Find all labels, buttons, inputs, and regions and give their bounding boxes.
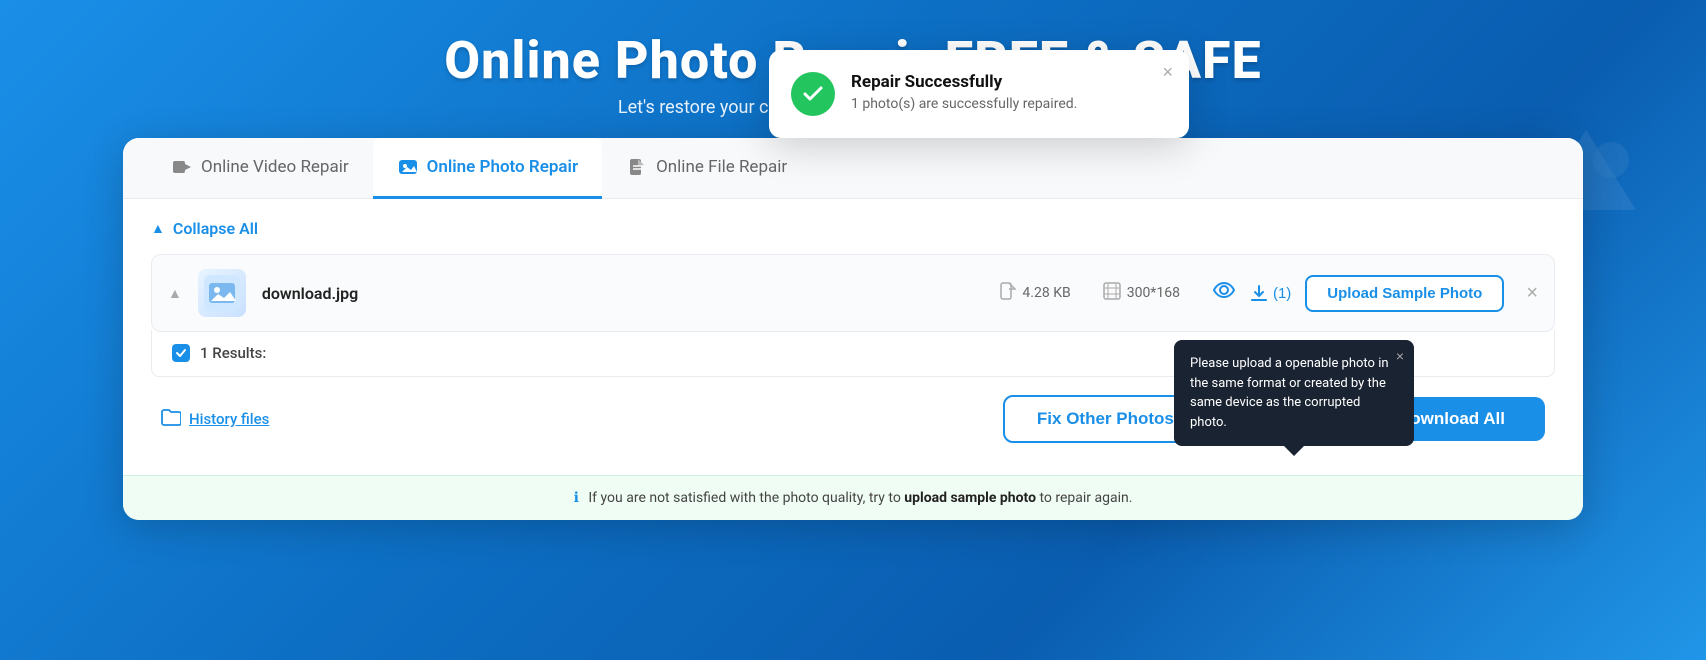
toast-close-button[interactable]: × [1162, 62, 1173, 83]
info-bold: upload sample photo [904, 490, 1036, 506]
tab-photo[interactable]: Online Photo Repair [373, 138, 602, 199]
tab-file[interactable]: Online File Repair [602, 138, 811, 199]
download-all-label: Download All [1398, 409, 1505, 428]
file-remove-button[interactable]: × [1526, 282, 1538, 305]
toast-title: Repair Successfully [851, 72, 1077, 92]
file-size-meta: 4.28 KB [1000, 282, 1070, 304]
toast-success-icon [791, 72, 835, 116]
tab-file-label: Online File Repair [656, 157, 787, 177]
file-size: 4.28 KB [1022, 285, 1070, 301]
tab-video-label: Online Video Repair [201, 157, 349, 177]
tooltip-close-button[interactable]: × [1396, 348, 1404, 364]
tabs-bar: Online Video Repair Online Photo Repair … [123, 138, 1583, 199]
tooltip-arrow [1284, 446, 1304, 456]
file-dimensions-meta: 300*168 [1103, 282, 1180, 304]
file-actions: (1) Upload Sample Photo × [1212, 275, 1538, 312]
file-thumbnail [198, 269, 246, 317]
file-expand-icon[interactable]: ▲ [168, 285, 182, 302]
download-count-label: (1) [1273, 285, 1291, 302]
tooltip-text: Please upload a openable photo in the sa… [1190, 356, 1389, 430]
info-bar: ℹ If you are not satisfied with the phot… [123, 475, 1583, 520]
toast-content: Repair Successfully 1 photo(s) are succe… [851, 72, 1077, 112]
history-files-link[interactable]: History files [161, 408, 269, 430]
info-suffix: to repair again. [1039, 490, 1132, 506]
file-dimensions: 300*168 [1127, 285, 1180, 301]
card-body: ▲ Collapse All ▲ download.jpg 4.28 KB [123, 199, 1583, 475]
photo-tab-icon [397, 156, 419, 178]
tab-photo-label: Online Photo Repair [427, 157, 578, 177]
main-card: Online Video Repair Online Photo Repair … [123, 138, 1583, 520]
fix-other-label: Fix Other Photos [1037, 409, 1174, 428]
file-size-icon [1000, 282, 1016, 304]
history-files-label: History files [189, 410, 269, 428]
dimensions-icon [1103, 282, 1121, 304]
file-row: ▲ download.jpg 4.28 KB [151, 254, 1555, 332]
upload-sample-button[interactable]: Upload Sample Photo [1305, 275, 1504, 312]
chevron-up-icon: ▲ [151, 220, 165, 237]
upload-sample-label: Upload Sample Photo [1327, 285, 1482, 302]
info-prefix: If you are not satisfied with the photo … [588, 490, 904, 506]
info-icon: ℹ [574, 490, 579, 506]
file-tab-icon [626, 156, 648, 178]
video-tab-icon [171, 156, 193, 178]
results-checkbox[interactable] [172, 344, 190, 362]
preview-button[interactable] [1212, 278, 1236, 308]
upload-tooltip: × Please upload a openable photo in the … [1174, 340, 1414, 446]
folder-icon [161, 408, 181, 430]
file-name: download.jpg [262, 284, 985, 303]
toast-subtitle: 1 photo(s) are successfully repaired. [851, 96, 1077, 112]
toast-notification: × Repair Successfully 1 photo(s) are suc… [769, 50, 1189, 138]
download-count-button[interactable]: (1) [1250, 284, 1291, 302]
collapse-all-btn[interactable]: ▲ Collapse All [151, 219, 1555, 238]
results-count: 1 Results: [200, 344, 266, 362]
tab-video[interactable]: Online Video Repair [147, 138, 373, 199]
collapse-all-label: Collapse All [173, 219, 258, 238]
